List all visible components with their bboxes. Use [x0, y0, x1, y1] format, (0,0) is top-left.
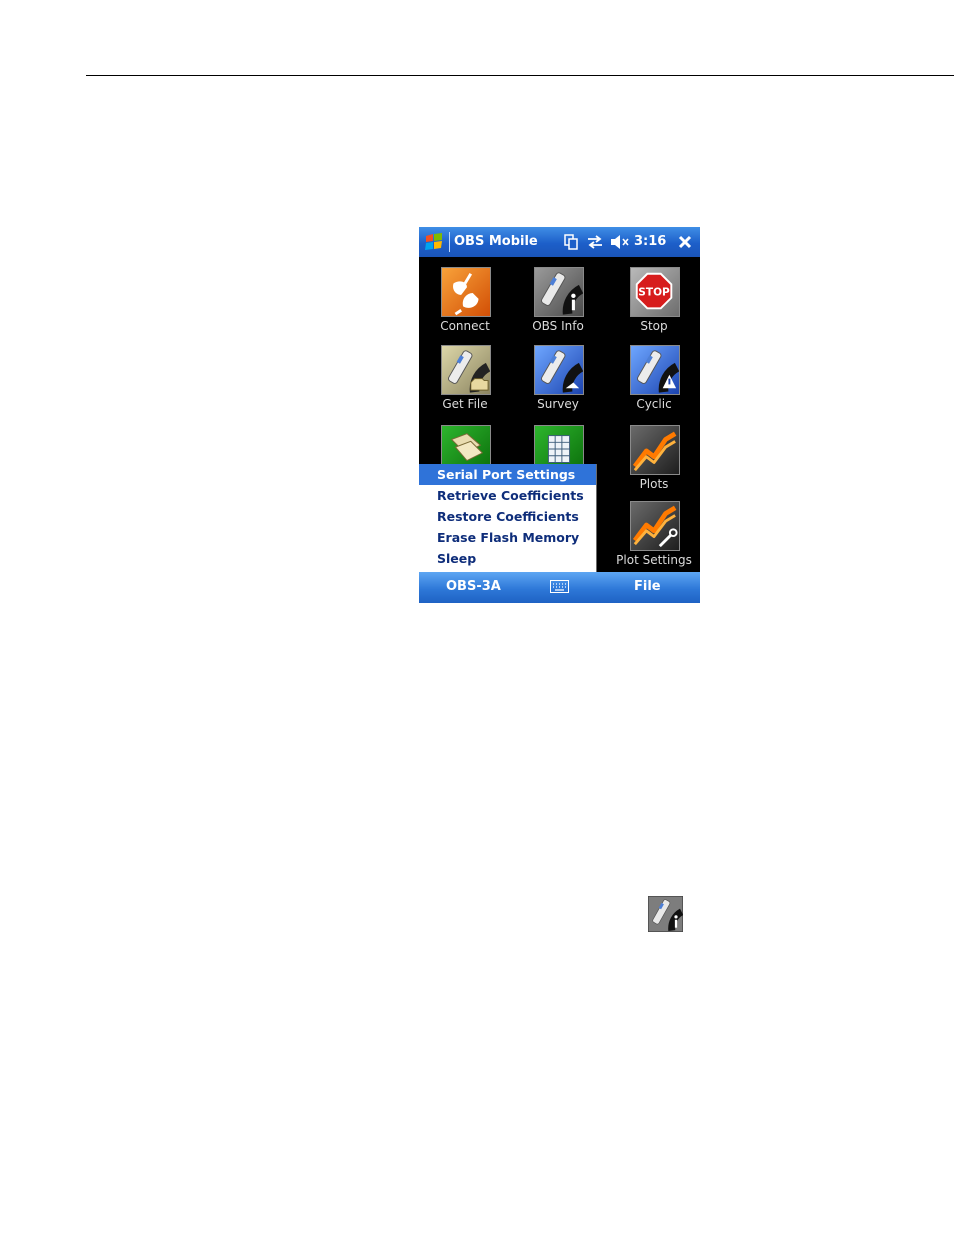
tile-label: Plots	[639, 477, 669, 491]
softkey-bar: OBS-3A File	[419, 572, 700, 603]
tile-label: OBS Info	[532, 319, 584, 333]
plot-settings-icon	[630, 501, 680, 551]
title-divider	[449, 232, 450, 252]
connect-plug-icon	[441, 267, 491, 317]
menu-item-serial-port-settings[interactable]: Serial Port Settings	[419, 464, 596, 485]
tile-connect[interactable]: Connect	[420, 265, 510, 343]
svg-text:STOP: STOP	[638, 286, 670, 298]
menu-item-retrieve-coefficients[interactable]: Retrieve Coefficients	[419, 485, 596, 506]
tile-label: Connect	[440, 319, 490, 333]
softkey-left[interactable]: OBS-3A	[446, 579, 501, 594]
menu-item-restore-coefficients[interactable]: Restore Coefficients	[419, 506, 596, 527]
tile-cyclic[interactable]: Cyclic	[609, 343, 699, 421]
pda-screen: OBS Mobile 3:16 Connect OBS Info STOP St…	[419, 227, 700, 603]
speaker-muted-icon[interactable]	[610, 234, 630, 250]
tile-get-file[interactable]: Get File	[420, 343, 510, 421]
menu-item-erase-flash-memory[interactable]: Erase Flash Memory	[419, 527, 596, 548]
clipboard-icon[interactable]	[564, 234, 578, 250]
plots-chart-icon	[630, 425, 680, 475]
windows-flag-icon[interactable]	[423, 232, 445, 252]
softkey-right[interactable]: File	[634, 579, 661, 594]
obs-info-icon	[534, 267, 584, 317]
cyclic-icon	[630, 345, 680, 395]
tile-plots[interactable]: Plots	[609, 423, 699, 501]
clock: 3:16	[634, 234, 667, 249]
tile-label: Plot Settings	[616, 553, 692, 567]
tile-obs-info[interactable]: OBS Info	[513, 265, 603, 343]
tile-stop[interactable]: STOP Stop	[609, 265, 699, 343]
app-title: OBS Mobile	[454, 234, 538, 249]
title-bar: OBS Mobile 3:16	[419, 227, 700, 257]
stop-sign-icon: STOP	[630, 267, 680, 317]
tile-survey[interactable]: Survey	[513, 343, 603, 421]
get-file-icon	[441, 345, 491, 395]
menu-item-sleep[interactable]: Sleep	[419, 548, 596, 569]
tile-label: Cyclic	[636, 397, 672, 411]
obs-info-icon	[648, 896, 684, 932]
tile-plot-settings[interactable]: Plot Settings	[609, 499, 699, 577]
tile-label: Survey	[537, 397, 579, 411]
file-menu-popup: Serial Port Settings Retrieve Coefficien…	[419, 464, 597, 572]
keyboard-icon[interactable]	[550, 580, 569, 593]
tile-label: Stop	[640, 319, 668, 333]
survey-icon	[534, 345, 584, 395]
tile-label: Get File	[442, 397, 488, 411]
page-rule	[86, 75, 954, 76]
connectivity-arrows-icon[interactable]	[586, 234, 604, 250]
close-icon[interactable]	[676, 233, 694, 251]
